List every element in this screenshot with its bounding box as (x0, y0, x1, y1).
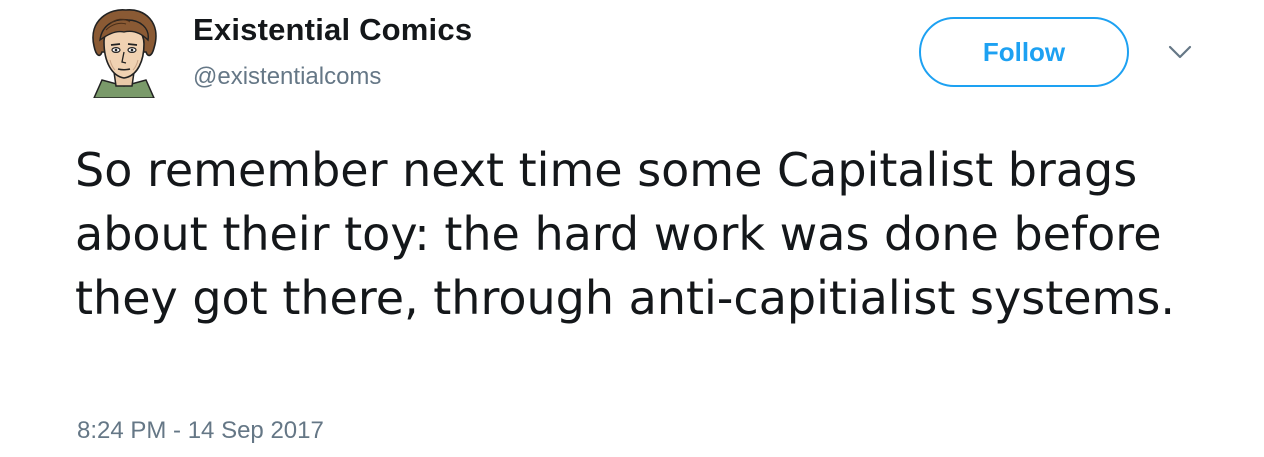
chevron-down-icon[interactable] (1168, 44, 1192, 60)
tweet-card: Existential Comics @existentialcoms Foll… (0, 0, 1264, 457)
avatar[interactable] (80, 6, 168, 98)
tweet-timestamp[interactable]: 8:24 PM - 14 Sep 2017 (77, 417, 324, 445)
author-handle[interactable]: @existentialcoms (193, 63, 381, 91)
author-display-name[interactable]: Existential Comics (193, 12, 472, 48)
follow-button[interactable]: Follow (919, 17, 1129, 87)
tweet-text: So remember next time some Capitalist br… (75, 143, 1175, 325)
avatar-portrait-icon (92, 9, 157, 98)
